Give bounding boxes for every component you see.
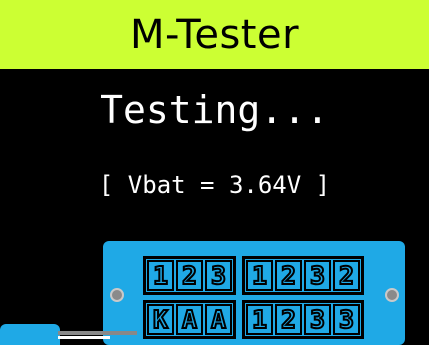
lcd-char: 3 bbox=[304, 304, 331, 335]
lcd-row: K A A 1 2 3 3 bbox=[143, 300, 375, 339]
lcd-char: K bbox=[147, 304, 174, 335]
title-bar: M-Tester bbox=[0, 0, 429, 69]
lcd-char: 2 bbox=[275, 304, 302, 335]
lcd-group: K A A bbox=[143, 300, 236, 339]
mounting-hole-icon bbox=[110, 288, 124, 302]
lcd-screen: M-Tester Testing... [ Vbat = 3.64V ] 1 2… bbox=[0, 0, 429, 345]
module-lcd: 1 2 3 1 2 3 2 K A A 1 2 3 3 bbox=[143, 256, 375, 342]
lcd-char: 2 bbox=[333, 260, 360, 291]
device-frame: M-Tester Testing... [ Vbat = 3.64V ] 1 2… bbox=[0, 0, 429, 345]
lcd-group: 1 2 3 bbox=[143, 256, 236, 295]
status-message: Testing... bbox=[100, 88, 329, 132]
lcd-char: 1 bbox=[246, 304, 273, 335]
lcd-char: A bbox=[176, 304, 203, 335]
lcd-row: 1 2 3 1 2 3 2 bbox=[143, 256, 375, 295]
app-title: M-Tester bbox=[129, 12, 300, 58]
mounting-hole-icon bbox=[385, 288, 399, 302]
lcd-char: A bbox=[205, 304, 232, 335]
battery-voltage-readout: [ Vbat = 3.64V ] bbox=[98, 171, 331, 199]
lcd-char: 3 bbox=[304, 260, 331, 291]
connector-wire bbox=[58, 331, 137, 335]
lcd-char: 3 bbox=[205, 260, 232, 291]
lcd-group: 1 2 3 2 bbox=[242, 256, 364, 295]
lcd-char: 1 bbox=[246, 260, 273, 291]
progress-connector bbox=[0, 324, 60, 345]
lcd-char: 1 bbox=[147, 260, 174, 291]
connector-wire-highlight bbox=[58, 336, 110, 339]
lcd-group: 1 2 3 3 bbox=[242, 300, 364, 339]
lcd-char: 3 bbox=[333, 304, 360, 335]
lcd-char: 2 bbox=[275, 260, 302, 291]
lcd-char: 2 bbox=[176, 260, 203, 291]
module-graphic: 1 2 3 1 2 3 2 K A A 1 2 3 3 bbox=[103, 241, 405, 345]
